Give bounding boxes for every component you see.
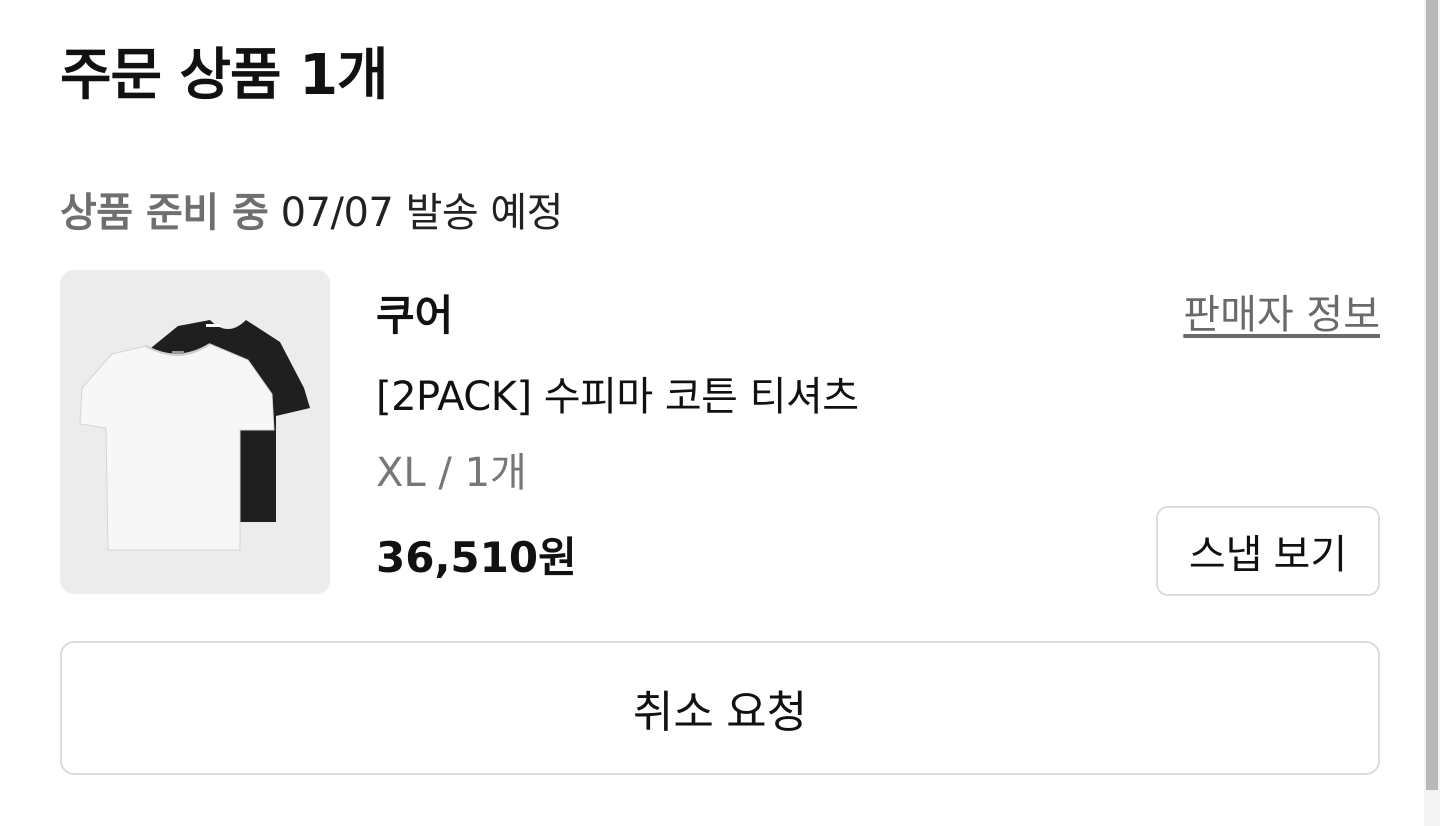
product-option: XL / 1개 xyxy=(376,450,527,496)
order-status: 상품 준비 중 xyxy=(60,190,269,236)
scrollbar-thumb[interactable] xyxy=(1426,0,1438,790)
tshirt-image-icon xyxy=(79,320,310,551)
shipping-schedule: 07/07 발송 예정 xyxy=(280,190,564,236)
product-item: 쿠어 판매자 정보 [2PACK] 수피마 코튼 티셔츠 XL / 1개 36,… xyxy=(60,270,1380,596)
order-status-line: 상품 준비 중 07/07 발송 예정 xyxy=(60,180,563,238)
snap-view-button[interactable]: 스냅 보기 xyxy=(1156,506,1380,596)
brand-name: 쿠어 xyxy=(376,291,454,340)
scrollbar[interactable] xyxy=(1424,0,1440,826)
seller-info-link[interactable]: 판매자 정보 xyxy=(1183,282,1380,340)
order-items-page: 주문 상품 1개 상품 준비 중 07/07 발송 예정 쿠어 판매자 정보 [… xyxy=(0,0,1440,826)
product-name: [2PACK] 수피마 코튼 티셔츠 xyxy=(376,374,859,420)
cancel-request-button[interactable]: 취소 요청 xyxy=(60,641,1380,775)
order-items-title: 주문 상품 1개 xyxy=(60,43,389,108)
product-thumbnail[interactable] xyxy=(60,270,330,594)
product-price: 36,510원 xyxy=(376,533,577,582)
